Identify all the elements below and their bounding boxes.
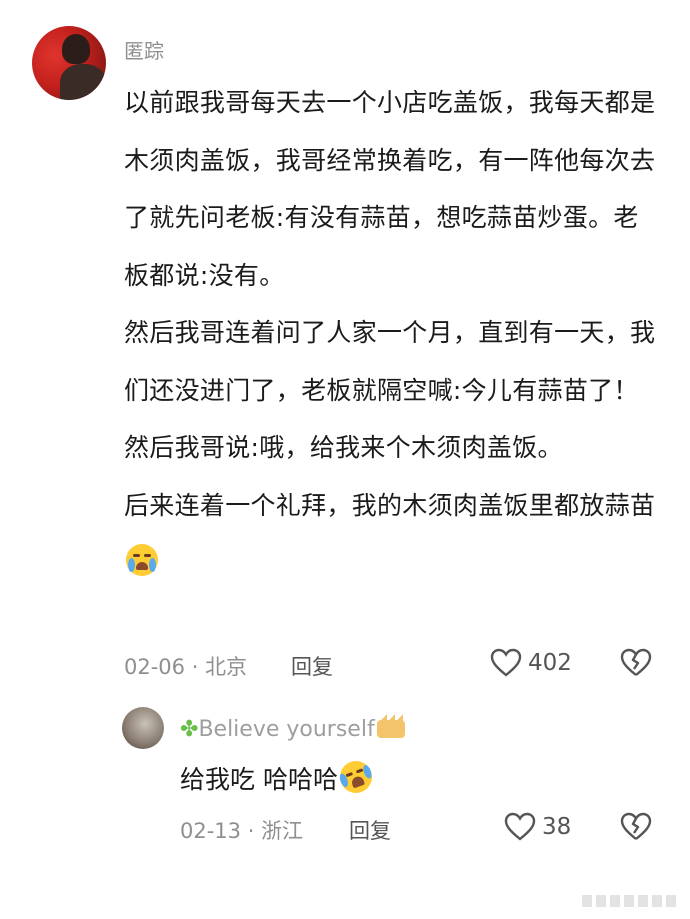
like-button[interactable]: 402 <box>490 648 572 678</box>
reply-reply-button[interactable]: 回复 <box>349 815 391 845</box>
crying-emoji-icon <box>126 544 158 576</box>
reply-username-wrap[interactable]: ✤Believe yourself <box>180 713 405 742</box>
comment-paragraph: 然后我哥说:哦，给我来个木须肉盖饭。 <box>124 433 563 462</box>
comment-paragraph-last: 后来连着一个礼拜，我的木须肉盖饭里都放蒜苗 <box>124 477 660 592</box>
avatar[interactable] <box>32 26 106 100</box>
crown-icon <box>376 713 405 738</box>
reply-date-location: 02-13 · 浙江 <box>180 819 304 843</box>
like-count: 38 <box>542 814 572 840</box>
reply-avatar[interactable] <box>122 707 164 749</box>
comment-paragraph: 以前跟我哥每天去一个小店吃盖饭，我每天都是木须肉盖饭，我哥经常换着吃，有一阵他每… <box>124 88 656 290</box>
reply-button[interactable]: 回复 <box>291 651 333 681</box>
watermark <box>582 895 678 907</box>
heart-icon <box>504 812 536 841</box>
heart-icon <box>490 648 522 677</box>
comment-date-location: 02-06 · 北京 <box>124 655 248 679</box>
reply-username: Believe yourself <box>198 717 375 742</box>
broken-heart-icon[interactable] <box>620 812 652 842</box>
laughing-emoji-icon <box>335 756 377 798</box>
clover-icon: ✤ <box>180 717 199 742</box>
like-count: 402 <box>528 650 572 676</box>
comment-body: 以前跟我哥每天去一个小店吃盖饭，我每天都是木须肉盖饭，我哥经常换着吃，有一阵他每… <box>124 74 660 592</box>
reply-like-button[interactable]: 38 <box>504 812 571 842</box>
reply-body: 给我吃 哈哈哈 <box>180 756 377 798</box>
comment-paragraph-text: 后来连着一个礼拜，我的木须肉盖饭里都放蒜苗 <box>124 490 656 520</box>
comment-paragraph: 然后我哥连着问了人家一个月，直到有一天，我们还没进门了，老板就隔空喊:今儿有蒜苗… <box>124 318 656 405</box>
reply-text: 给我吃 哈哈哈 <box>180 765 338 794</box>
comment-username[interactable]: 匿踪 <box>124 35 164 64</box>
broken-heart-icon[interactable] <box>620 648 652 678</box>
